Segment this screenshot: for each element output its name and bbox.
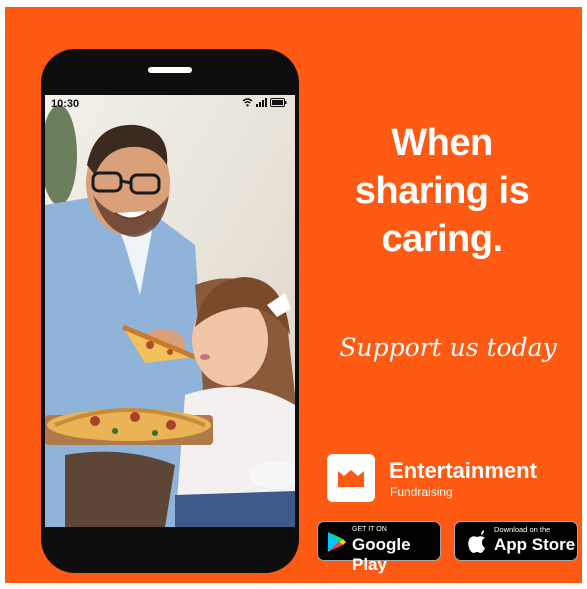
wifi-icon xyxy=(242,98,253,107)
app-store-big-text: App Store xyxy=(494,535,576,554)
signal-icon xyxy=(256,98,267,107)
app-store-badge[interactable]: Download on the App Store xyxy=(454,521,578,561)
status-icons xyxy=(242,98,287,107)
headline-line-1: When xyxy=(391,122,493,164)
advertisement-banner: 10:30 When sharing is caring. Support us… xyxy=(5,7,582,583)
phone-mockup: 10:30 xyxy=(41,49,299,573)
phone-screen: 10:30 xyxy=(45,95,295,527)
family-photo xyxy=(45,95,295,527)
headline-line-3: caring. xyxy=(381,218,503,260)
app-store-small-text: Download on the xyxy=(494,525,551,534)
headline: When sharing is caring. xyxy=(307,119,577,263)
phone-speaker xyxy=(148,67,192,73)
battery-icon xyxy=(270,98,287,107)
google-play-big-text: Google Play xyxy=(352,535,411,574)
brand-name: Entertainment xyxy=(389,458,537,483)
tagline: Support us today xyxy=(339,333,557,362)
crown-logo-icon xyxy=(327,454,375,502)
status-time: 10:30 xyxy=(51,98,80,110)
google-play-badge[interactable]: GET IT ON Google Play xyxy=(317,521,441,574)
headline-line-2: sharing is xyxy=(354,170,530,212)
google-play-icon xyxy=(328,532,346,552)
brand-subtitle: Fundraising xyxy=(390,485,453,499)
apple-icon xyxy=(468,530,485,553)
phone-status-bar: 10:30 xyxy=(45,95,295,115)
google-play-small-text: GET IT ON xyxy=(352,526,387,533)
